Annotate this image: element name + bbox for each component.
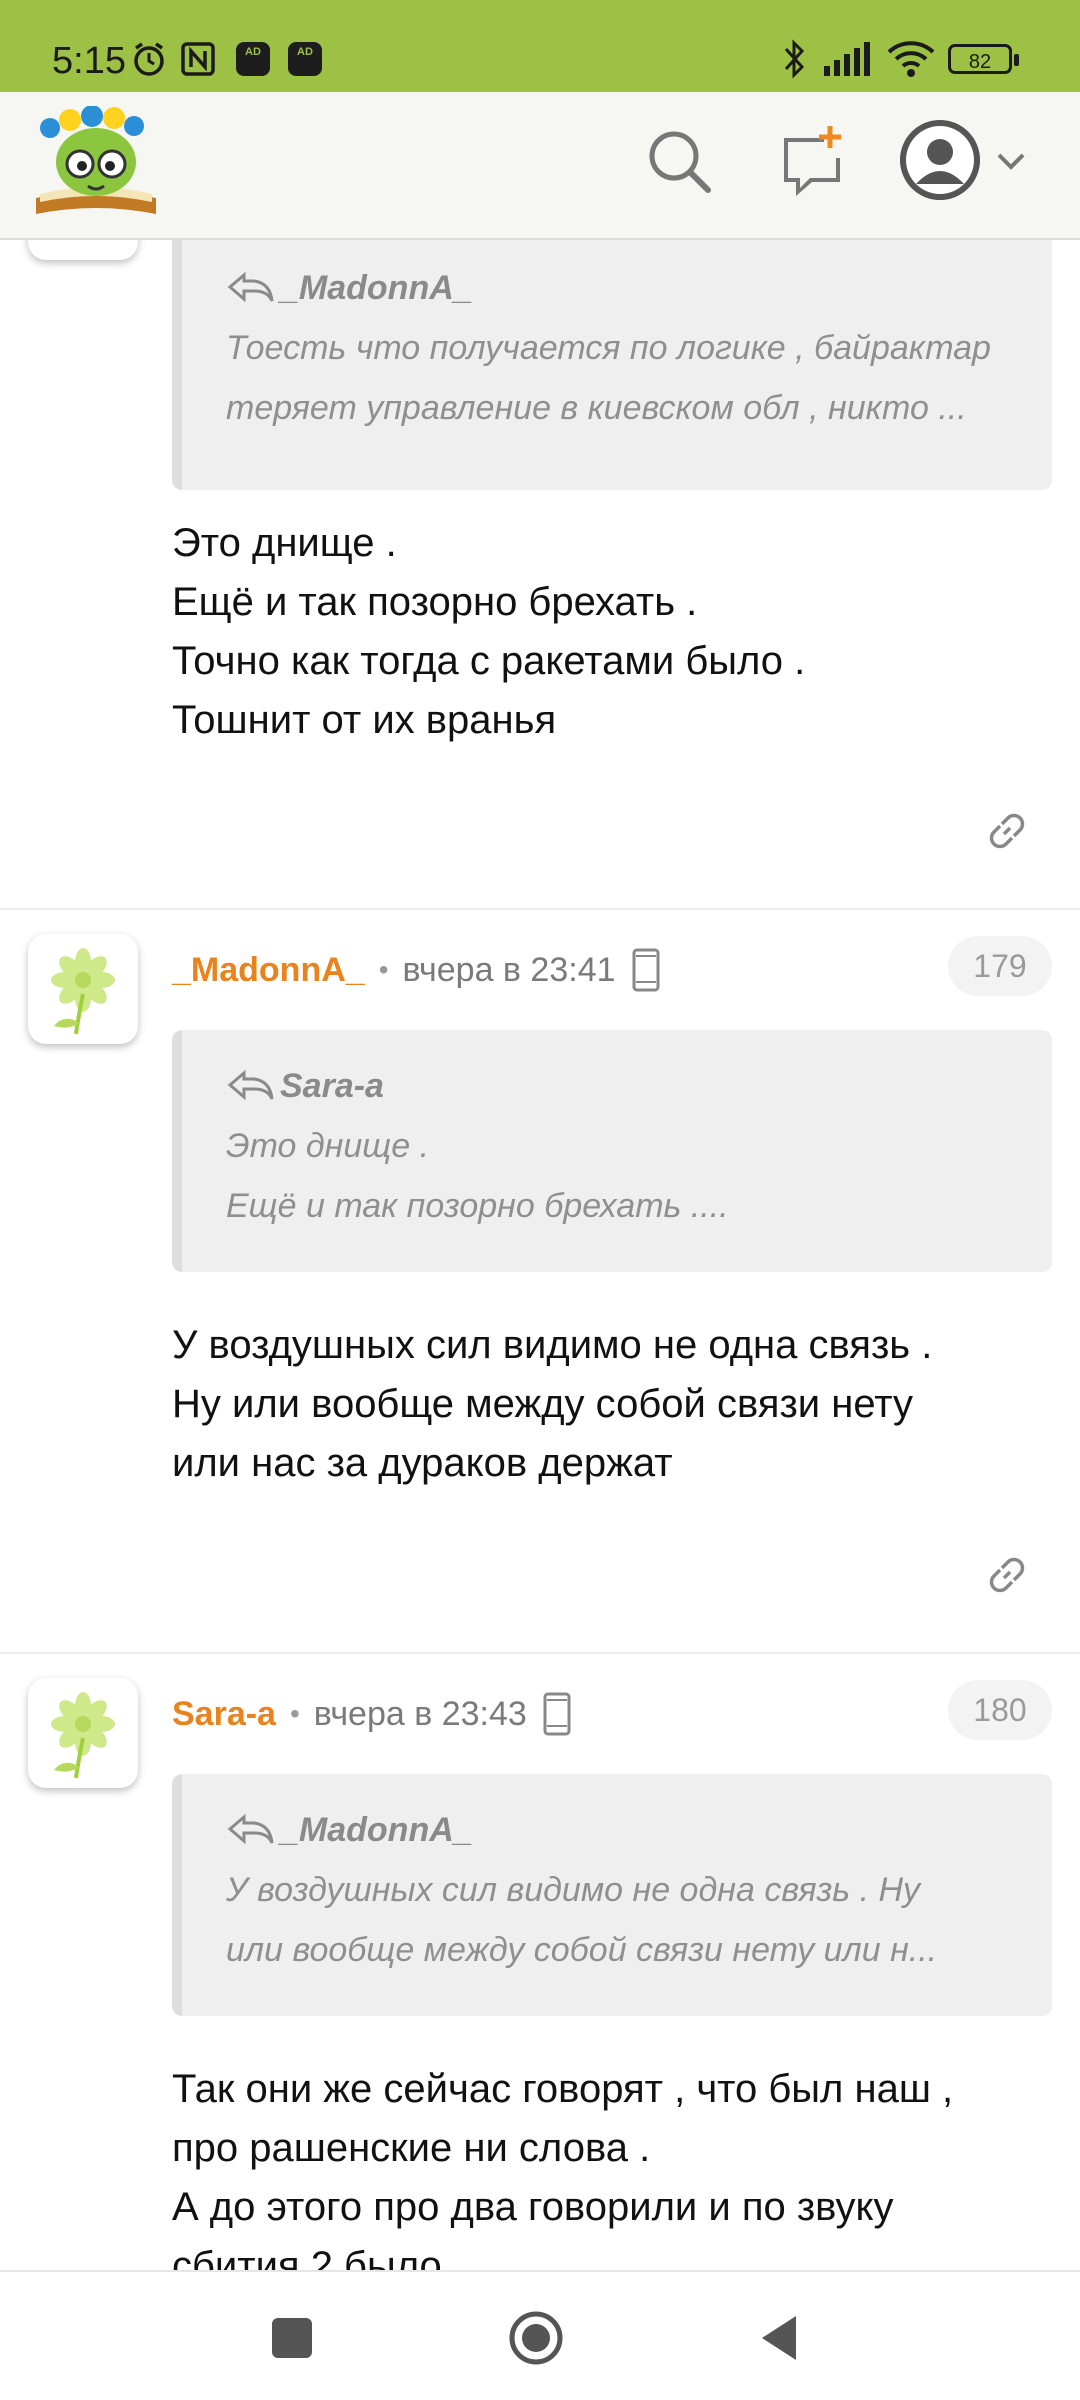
quote-author: Sara-a bbox=[226, 1056, 1052, 1116]
quote-text: или вообще между собой связи нету или н.… bbox=[226, 1931, 938, 1969]
comment-time: вчера в 23:43 bbox=[313, 1694, 527, 1733]
quote-text: Тоесть что получается по логике , байрак… bbox=[226, 329, 991, 367]
quote-text: У воздушных сил видимо не одна связь . Н… bbox=[226, 1871, 921, 1909]
status-bar: 5:15 AD AD 82 bbox=[0, 0, 1080, 92]
site-logo[interactable] bbox=[30, 105, 162, 224]
divider bbox=[0, 1652, 1080, 1654]
wifi-icon bbox=[886, 40, 936, 78]
comment-number[interactable]: 179 bbox=[948, 936, 1052, 996]
link-icon[interactable] bbox=[982, 1550, 1032, 1600]
reply-icon bbox=[227, 1069, 274, 1101]
link-icon[interactable] bbox=[982, 806, 1032, 856]
ad-blocker-icon: AD bbox=[236, 40, 270, 78]
back-icon[interactable] bbox=[750, 2308, 810, 2368]
reply-icon bbox=[227, 1813, 274, 1845]
username[interactable]: _MadonnA_ bbox=[172, 951, 365, 990]
comment-meta: _MadonnA_ • вчера в 23:41 bbox=[172, 940, 660, 1000]
comment-number[interactable]: 180 bbox=[948, 1680, 1052, 1740]
comment-text: У воздушных сил видимо не одна связь . Н… bbox=[172, 1323, 933, 1485]
alarm-icon bbox=[130, 40, 168, 78]
mobile-device-icon bbox=[632, 948, 660, 992]
flower-avatar-icon bbox=[51, 1692, 115, 1779]
avatar[interactable] bbox=[28, 1678, 138, 1788]
username[interactable]: Sara-a bbox=[172, 1695, 276, 1734]
quote-block[interactable]: _MadonnA_ Тоесть что получается по логик… bbox=[172, 240, 1052, 490]
comment-text: Так они же сейчас говорят , что был наш … bbox=[172, 2067, 954, 2270]
app-header bbox=[0, 92, 1080, 240]
chevron-down-icon[interactable] bbox=[994, 144, 1028, 178]
avatar[interactable] bbox=[28, 240, 138, 260]
new-message-icon[interactable] bbox=[772, 122, 852, 202]
quote-text: Ещё и так позорно брехать .... bbox=[226, 1187, 729, 1225]
separator-dot: • bbox=[378, 954, 389, 985]
recent-apps-icon[interactable] bbox=[262, 2308, 322, 2368]
quote-author: _MadonnA_ bbox=[226, 1800, 1052, 1860]
ad-blocker-icon: AD bbox=[288, 40, 322, 78]
comment-time: вчера в 23:41 bbox=[402, 950, 616, 989]
system-navigation-bar bbox=[0, 2270, 1080, 2400]
quote-block[interactable]: _MadonnA_ У воздушных сил видимо не одна… bbox=[172, 1774, 1052, 2016]
quote-author: _MadonnA_ bbox=[226, 258, 1052, 318]
quote-text: теряет управление в киевском обл , никто… bbox=[226, 389, 967, 427]
quote-text: Это днище . bbox=[226, 1127, 430, 1165]
quote-block[interactable]: Sara-a Это днище . Ещё и так позорно бре… bbox=[172, 1030, 1052, 1272]
bluetooth-icon bbox=[782, 39, 806, 79]
nfc-icon bbox=[180, 40, 216, 78]
comments-feed[interactable]: _MadonnA_ Тоесть что получается по логик… bbox=[0, 240, 1080, 2270]
battery-indicator: 82 bbox=[948, 44, 1019, 74]
separator-dot: • bbox=[289, 1698, 300, 1729]
avatar[interactable] bbox=[28, 934, 138, 1044]
search-icon[interactable] bbox=[640, 122, 720, 202]
profile-avatar[interactable] bbox=[900, 120, 980, 200]
status-time: 5:15 bbox=[52, 40, 126, 82]
comment-meta: Sara-a • вчера в 23:43 bbox=[172, 1684, 571, 1744]
mobile-device-icon bbox=[543, 1692, 571, 1736]
divider bbox=[0, 908, 1080, 910]
comment-text: Это днище . Ещё и так позорно брехать . … bbox=[172, 521, 806, 742]
flower-avatar-icon bbox=[51, 948, 115, 1035]
home-icon[interactable] bbox=[506, 2308, 566, 2368]
reply-icon bbox=[227, 271, 274, 303]
signal-icon bbox=[822, 40, 874, 78]
